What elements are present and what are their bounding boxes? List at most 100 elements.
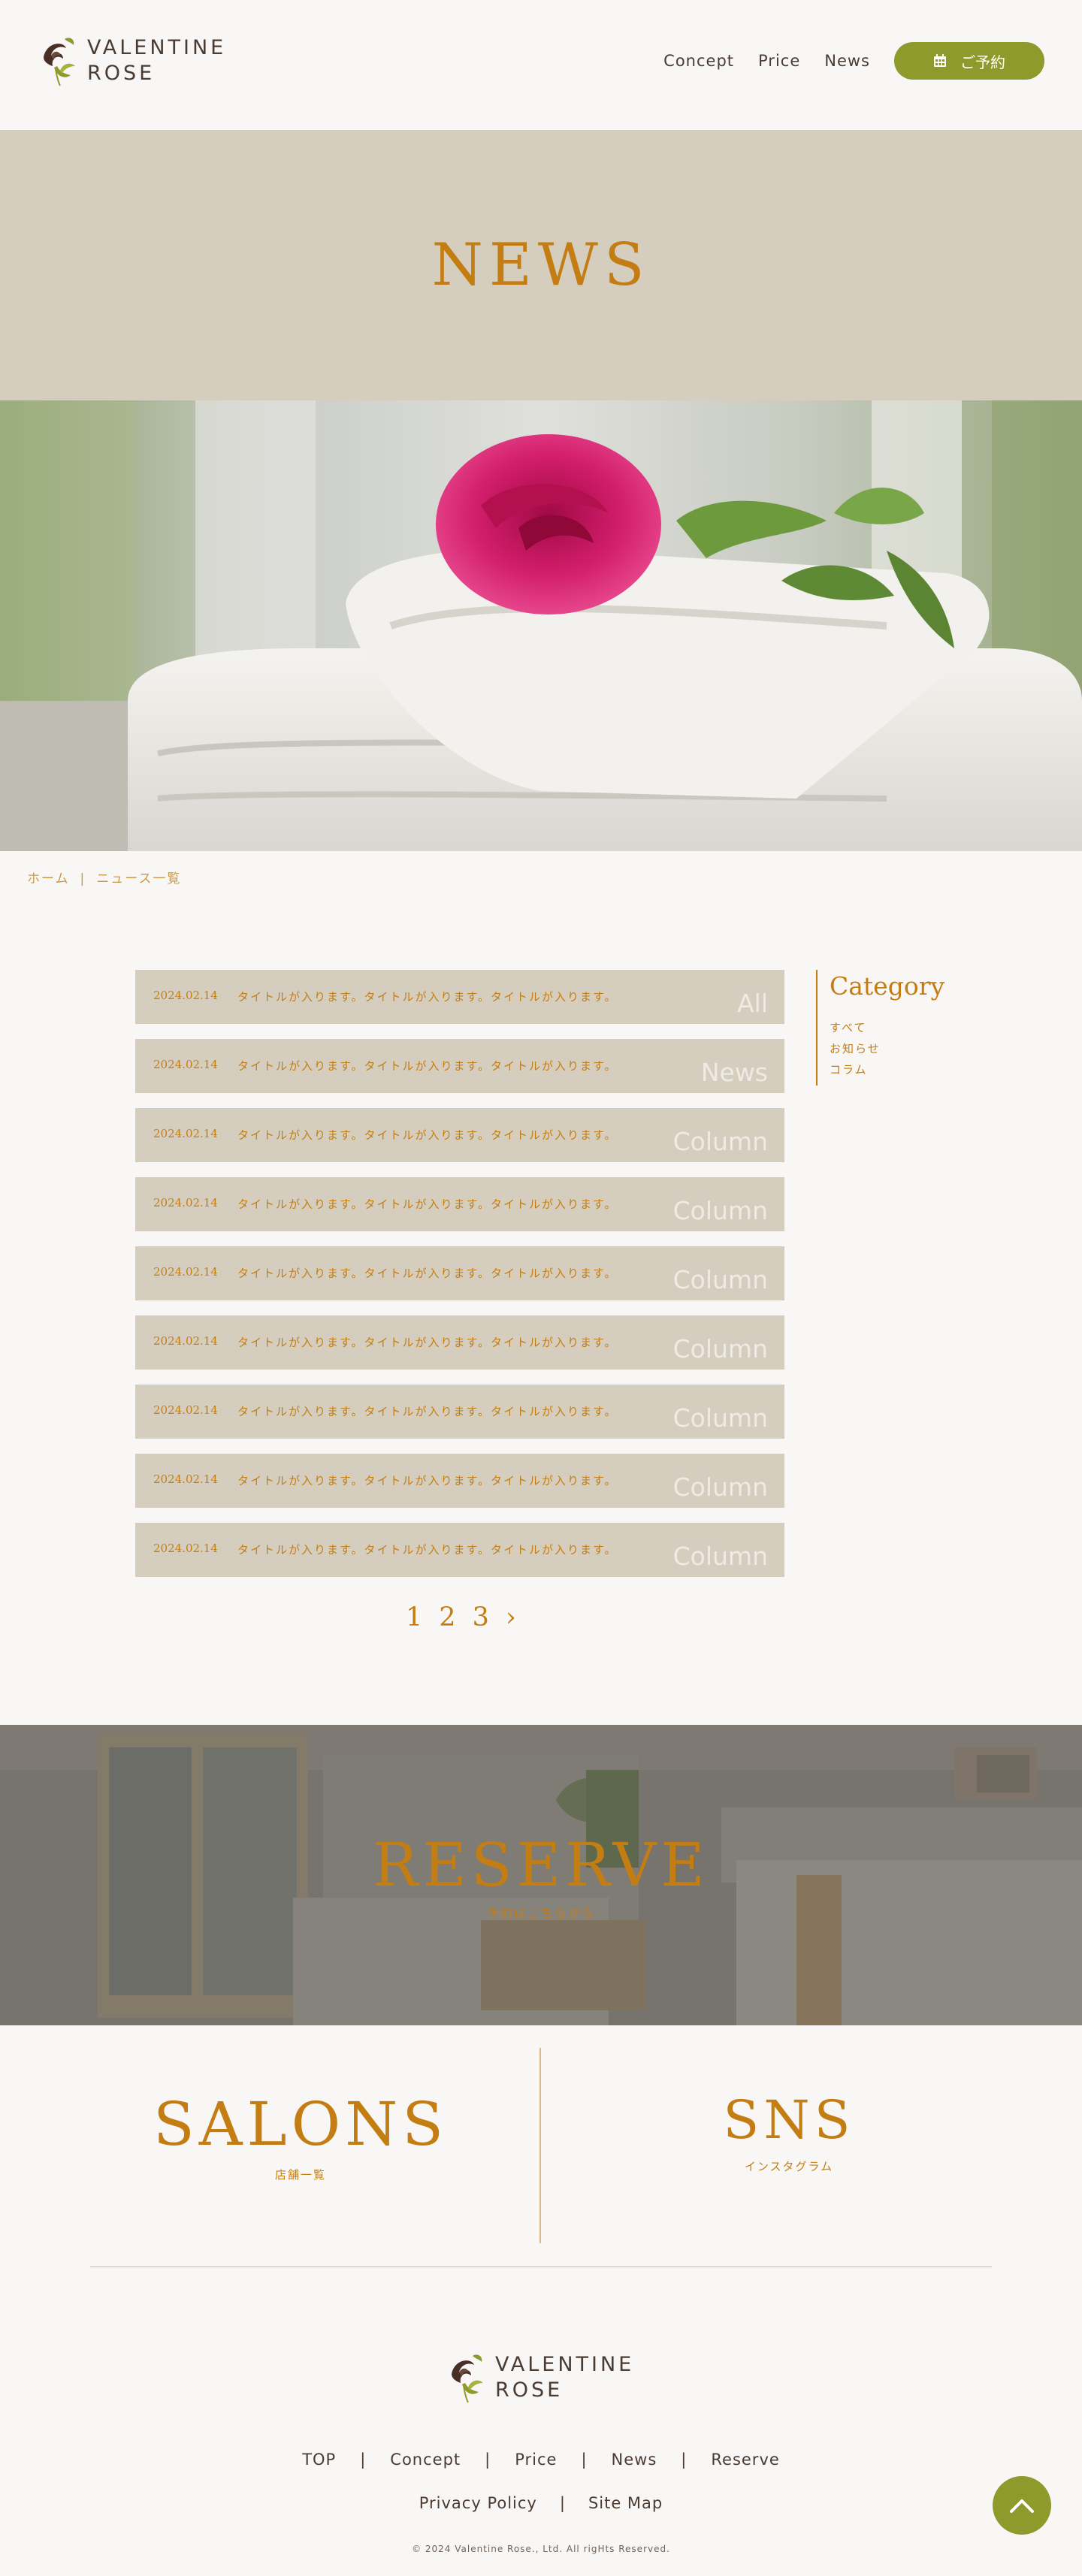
news-title: タイトルが入ります。タイトルが入ります。タイトルが入ります。 — [237, 1128, 618, 1142]
brand-logo[interactable]: VALENTINE ROSE — [38, 35, 226, 87]
news-title: タイトルが入ります。タイトルが入ります。タイトルが入ります。 — [237, 1543, 618, 1557]
page-title-band: NEWS — [0, 130, 1082, 400]
reserve-banner[interactable]: RESERVE 予約はこちらから — [0, 1725, 1082, 2025]
sns-heading: SNS — [723, 2089, 855, 2151]
news-title: タイトルが入ります。タイトルが入ります。タイトルが入ります。 — [237, 1474, 618, 1487]
footer-nav-news[interactable]: News — [612, 2451, 657, 2469]
news-item[interactable]: 2024.02.14 タイトルが入ります。タイトルが入ります。タイトルが入ります。… — [135, 1454, 784, 1508]
news-category: Column — [672, 1472, 768, 1502]
salons-link[interactable]: SALONS 店舗一覧 — [113, 2089, 488, 2182]
footer-brand-line1: VALENTINE — [495, 2353, 635, 2376]
rose-logo-icon — [44, 38, 75, 86]
news-category: News — [700, 1058, 768, 1087]
salons-heading: SALONS — [153, 2089, 449, 2159]
news-item[interactable]: 2024.02.14 タイトルが入ります。タイトルが入ります。タイトルが入ります。… — [135, 970, 784, 1024]
news-title: タイトルが入ります。タイトルが入ります。タイトルが入ります。 — [237, 1059, 618, 1073]
news-category: Column — [672, 1196, 768, 1225]
nav-concept[interactable]: Concept — [663, 52, 734, 70]
news-item[interactable]: 2024.02.14 タイトルが入ります。タイトルが入ります。タイトルが入ります。… — [135, 1315, 784, 1370]
news-title: タイトルが入ります。タイトルが入ります。タイトルが入ります。 — [237, 1267, 618, 1280]
brand-line2: ROSE — [87, 62, 156, 85]
news-title: タイトルが入ります。タイトルが入ります。タイトルが入ります。 — [237, 1336, 618, 1349]
footer-privacy-policy[interactable]: Privacy Policy — [419, 2494, 537, 2512]
reserve-subtitle: 予約はこちらから — [486, 1906, 595, 1920]
site-footer: VALENTINE ROSE TOP | Concept | Price | News | Re… — [0, 2284, 1082, 2576]
footer-logo[interactable]: VALENTINE ROSE — [446, 2351, 634, 2404]
news-date: 2024.02.14 — [153, 1265, 218, 1279]
news-date: 2024.02.14 — [153, 1403, 218, 1417]
news-category: All — [737, 989, 768, 1018]
footer-nav-separator: | — [485, 2451, 491, 2469]
footer-nav-separator: | — [681, 2451, 688, 2469]
calendar-icon — [934, 54, 946, 67]
site-header: VALENTINE ROSE Concept Price News ご予約 — [0, 0, 1082, 130]
page-2[interactable]: 2 — [439, 1602, 455, 1632]
brand-name: VALENTINE ROSE — [87, 35, 226, 86]
footer-nav-top[interactable]: TOP — [302, 2451, 336, 2469]
chevron-up-icon — [1010, 2499, 1034, 2513]
nav-news[interactable]: News — [824, 52, 870, 70]
footer-nav-concept[interactable]: Concept — [390, 2451, 461, 2469]
news-category: Column — [672, 1265, 768, 1294]
news-item[interactable]: 2024.02.14 タイトルが入ります。タイトルが入ります。タイトルが入ります。… — [135, 1385, 784, 1439]
reserve-heading: RESERVE — [373, 1830, 709, 1900]
footer-nav-reserve[interactable]: Reserve — [711, 2451, 779, 2469]
footer-nav: TOP | Concept | Price | News | Reserve — [0, 2451, 1082, 2469]
news-category: Column — [672, 1334, 768, 1363]
breadcrumb: ホーム | ニュース一覧 — [27, 868, 181, 886]
category-news[interactable]: お知らせ — [830, 1038, 966, 1059]
page-3[interactable]: 3 — [473, 1602, 489, 1632]
news-item[interactable]: 2024.02.14 タイトルが入ります。タイトルが入ります。タイトルが入ります。… — [135, 1108, 784, 1162]
footer-nav-separator: | — [559, 2494, 566, 2512]
news-item[interactable]: 2024.02.14 タイトルが入ります。タイトルが入ります。タイトルが入ります。… — [135, 1039, 784, 1093]
news-date: 2024.02.14 — [153, 1196, 218, 1209]
hero-image — [0, 400, 1082, 851]
rose-towel-photo — [0, 400, 1082, 851]
category-column[interactable]: コラム — [830, 1059, 966, 1080]
news-category: Column — [672, 1403, 768, 1433]
chevron-right-icon[interactable]: › — [506, 1602, 516, 1632]
news-title: タイトルが入ります。タイトルが入ります。タイトルが入ります。 — [237, 990, 618, 1004]
footer-nav-price[interactable]: Price — [515, 2451, 557, 2469]
news-list: 2024.02.14 タイトルが入ります。タイトルが入ります。タイトルが入ります。… — [135, 970, 784, 1592]
footer-nav-separator: | — [581, 2451, 588, 2469]
news-date: 2024.02.14 — [153, 1127, 218, 1140]
news-title: タイトルが入ります。タイトルが入ります。タイトルが入ります。 — [237, 1405, 618, 1418]
salons-subtitle: 店舗一覧 — [274, 2168, 326, 2182]
breadcrumb-home[interactable]: ホーム — [27, 871, 70, 886]
sns-subtitle: インスタグラム — [744, 2160, 834, 2173]
news-category: Column — [672, 1127, 768, 1156]
vertical-divider — [539, 2048, 541, 2243]
footer-brand-name: VALENTINE ROSE — [495, 2352, 634, 2403]
footer-subnav: Privacy Policy | Site Map — [0, 2494, 1082, 2512]
news-category: Column — [672, 1542, 768, 1571]
news-date: 2024.02.14 — [153, 1542, 218, 1555]
page-title: NEWS — [431, 231, 651, 299]
news-date: 2024.02.14 — [153, 1334, 218, 1348]
nav-price[interactable]: Price — [758, 52, 800, 70]
footer-site-map[interactable]: Site Map — [588, 2494, 663, 2512]
salons-sns-links: SALONS 店舗一覧 SNS インスタグラム — [90, 2025, 992, 2267]
pagination: 1 2 3 › — [406, 1602, 533, 1632]
back-to-top-button[interactable] — [993, 2476, 1051, 2535]
news-title: タイトルが入ります。タイトルが入ります。タイトルが入ります。 — [237, 1197, 618, 1211]
reserve-button-label: ご予約 — [960, 53, 1005, 71]
page-1[interactable]: 1 — [406, 1602, 422, 1632]
sns-link[interactable]: SNS インスタグラム — [601, 2089, 977, 2174]
news-item[interactable]: 2024.02.14 タイトルが入ります。タイトルが入ります。タイトルが入ります。… — [135, 1177, 784, 1231]
brand-line1: VALENTINE — [87, 36, 227, 59]
footer-brand-line2: ROSE — [495, 2378, 564, 2402]
news-date: 2024.02.14 — [153, 1058, 218, 1071]
reserve-button[interactable]: ご予約 — [894, 42, 1044, 80]
category-all[interactable]: すべて — [830, 1017, 966, 1038]
news-item[interactable]: 2024.02.14 タイトルが入ります。タイトルが入ります。タイトルが入ります。… — [135, 1246, 784, 1300]
breadcrumb-current: ニュース一覧 — [96, 871, 182, 886]
rose-logo-icon — [452, 2354, 483, 2403]
sidebar-heading: Category — [830, 971, 945, 1001]
news-date: 2024.02.14 — [153, 989, 218, 1002]
news-date: 2024.02.14 — [153, 1472, 218, 1486]
copyright: © 2024 Valentine Rose., Ltd. All rigHts … — [412, 2544, 670, 2554]
news-item[interactable]: 2024.02.14 タイトルが入ります。タイトルが入ります。タイトルが入ります。… — [135, 1523, 784, 1577]
main-nav: Concept Price News ご予約 — [663, 42, 1044, 80]
category-sidebar: Category すべて お知らせ コラム — [816, 970, 966, 1086]
